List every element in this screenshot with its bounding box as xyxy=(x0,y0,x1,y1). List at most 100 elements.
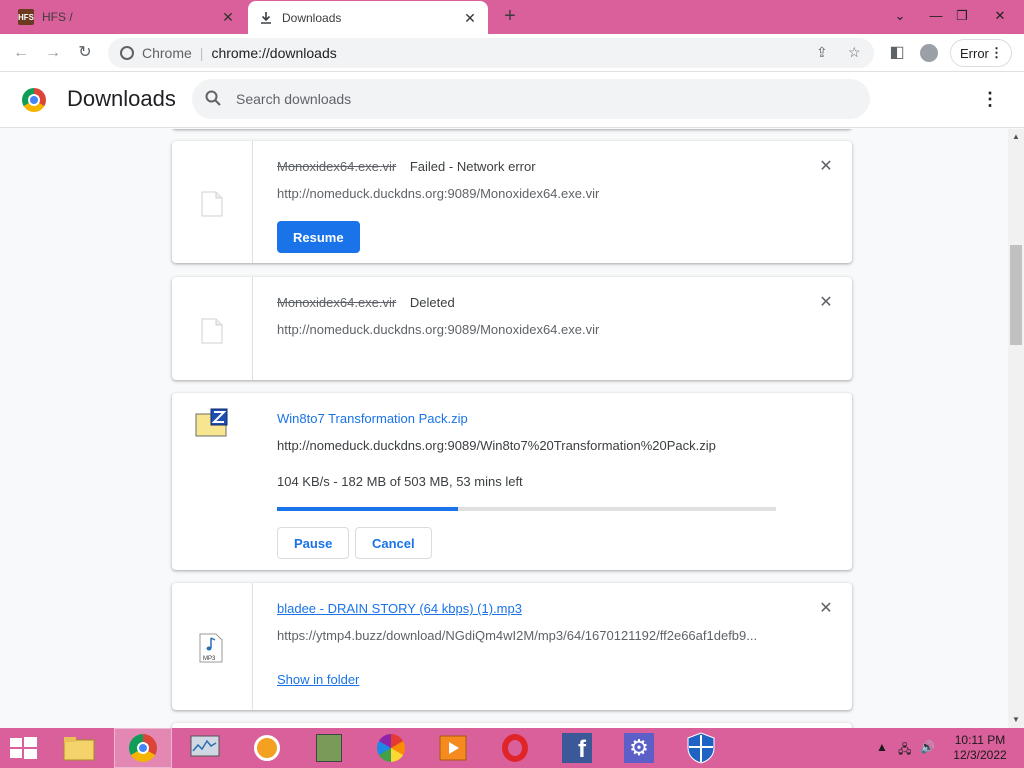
close-tab-icon[interactable]: ✕ xyxy=(220,9,236,26)
taskbar-app-plant[interactable] xyxy=(300,728,358,768)
show-hidden-icons[interactable]: ▲ xyxy=(876,740,888,754)
separator: | xyxy=(199,45,204,61)
profile-error-button[interactable]: Error ⋮ xyxy=(950,39,1012,67)
monitor-chart-icon xyxy=(190,735,220,757)
reload-button[interactable]: ↻ xyxy=(72,40,98,66)
browser-toolbar: ← → ↻ Chrome | chrome://downloads ⇪ ☆ ◧ … xyxy=(0,34,1024,72)
taskbar-app-video[interactable] xyxy=(424,728,482,768)
volume-icon[interactable]: 🔊 xyxy=(920,740,935,754)
file-name: Monoxidex64.exe.vir xyxy=(277,159,397,174)
taskbar-settings[interactable]: ⚙ xyxy=(610,728,668,768)
download-card: Monoxidex64.exe.vir Failed - Network err… xyxy=(172,141,852,263)
plant-icon xyxy=(316,734,342,762)
network-icon[interactable]: 🖧 xyxy=(898,740,911,761)
search-bar[interactable] xyxy=(192,79,870,119)
file-icon-column: MP3 xyxy=(172,583,253,710)
chrome-icon xyxy=(120,46,134,60)
restore-button[interactable]: ❐ xyxy=(946,0,978,32)
close-tab-icon[interactable]: ✕ xyxy=(462,10,478,27)
site-label: Chrome xyxy=(142,45,192,61)
cancel-button[interactable]: Cancel xyxy=(355,527,432,559)
bookmark-star-icon[interactable]: ☆ xyxy=(848,44,861,61)
tab-title: Downloads xyxy=(282,11,342,25)
mp3-file-icon: MP3 xyxy=(199,633,223,663)
download-card: MP3 bladee - DRAIN STORY (64 kbps) (1).m… xyxy=(172,583,852,710)
taskbar-facebook[interactable]: f xyxy=(548,728,606,768)
file-icon-column xyxy=(172,141,253,263)
file-name-link[interactable]: Win8to7 Transformation Pack.zip xyxy=(277,411,468,426)
file-name: Monoxidex64.exe.vir xyxy=(277,295,397,310)
show-in-folder-link[interactable]: Show in folder xyxy=(277,672,359,687)
forward-button[interactable]: → xyxy=(40,40,66,66)
shield-lock-icon xyxy=(254,735,280,761)
facebook-icon: f xyxy=(562,733,592,763)
resume-button[interactable]: Resume xyxy=(277,221,360,253)
opera-icon xyxy=(502,734,528,762)
taskbar-defender[interactable] xyxy=(672,728,730,768)
file-url: http://nomeduck.duckdns.org:9089/Monoxid… xyxy=(277,186,600,201)
file-url: https://ytmp4.buzz/download/NGdiQm4wI2M/… xyxy=(277,628,758,643)
scroll-up-arrow-icon[interactable]: ▲ xyxy=(1008,129,1024,145)
file-url: http://nomeduck.duckdns.org:9089/Monoxid… xyxy=(277,322,600,337)
chrome-logo-icon xyxy=(22,88,46,112)
url-text: chrome://downloads xyxy=(211,45,337,61)
remove-from-list-icon[interactable]: ✕ xyxy=(818,159,834,175)
system-clock[interactable]: 10:11 PM 12/3/2022 xyxy=(940,733,1020,763)
clock-date: 12/3/2022 xyxy=(953,748,1007,762)
scrollbar-thumb[interactable] xyxy=(1010,245,1022,345)
page-title: Downloads xyxy=(67,86,176,111)
shield-icon xyxy=(687,732,715,764)
profile-avatar-icon[interactable] xyxy=(916,40,942,66)
download-card-in-progress: Win8to7 Transformation Pack.zip http://n… xyxy=(172,393,852,570)
download-status: Failed - Network error xyxy=(409,159,536,174)
zip-archive-icon xyxy=(195,408,228,437)
remove-from-list-icon[interactable]: ✕ xyxy=(818,295,834,311)
taskbar-file-explorer[interactable] xyxy=(50,728,108,768)
gear-icon: ⚙ xyxy=(624,733,654,763)
windows-taskbar: f ⚙ ▲ 🖧 🔊 10:11 PM 12/3/2022 xyxy=(0,728,1024,768)
pause-button[interactable]: Pause xyxy=(277,527,350,559)
new-tab-button[interactable]: + xyxy=(498,5,522,29)
windows-start-icon[interactable] xyxy=(8,736,38,760)
profile-error-label: Error xyxy=(960,45,989,61)
chrome-icon xyxy=(129,734,157,762)
clock-time: 10:11 PM xyxy=(954,733,1006,747)
search-icon xyxy=(205,90,221,106)
tab-hfs[interactable]: HFS HFS / ✕ xyxy=(8,0,246,34)
download-icon xyxy=(258,10,274,26)
remove-from-list-icon[interactable]: ✕ xyxy=(818,601,834,617)
generic-file-icon xyxy=(201,318,223,344)
taskbar-app-security[interactable] xyxy=(238,728,296,768)
hfs-icon: HFS xyxy=(18,9,34,25)
svg-text:MP3: MP3 xyxy=(203,656,216,662)
scroll-down-arrow-icon[interactable]: ▼ xyxy=(1008,712,1024,728)
generic-file-icon xyxy=(201,191,223,217)
tab-strip: HFS HFS / ✕ Downloads ✕ + ⌄ — ❐ ✕ xyxy=(0,0,1024,35)
taskbar-app-photos[interactable] xyxy=(362,728,420,768)
close-window-button[interactable]: ✕ xyxy=(984,0,1016,32)
file-url: http://nomeduck.duckdns.org:9089/Win8to7… xyxy=(277,438,716,453)
back-button[interactable]: ← xyxy=(8,40,34,66)
share-icon[interactable]: ⇪ xyxy=(816,44,828,61)
video-player-icon xyxy=(439,735,467,761)
progress-bar-fill xyxy=(277,507,458,511)
taskbar-opera[interactable] xyxy=(486,728,544,768)
tab-title: HFS / xyxy=(42,10,73,24)
page-scrollbar[interactable]: ▲ ▼ xyxy=(1008,129,1024,728)
download-status: Deleted xyxy=(409,295,455,310)
progress-bar xyxy=(277,507,776,511)
file-name-link[interactable]: bladee - DRAIN STORY (64 kbps) (1).mp3 xyxy=(277,601,522,616)
taskbar-chrome[interactable] xyxy=(114,728,172,768)
tab-downloads[interactable]: Downloads ✕ xyxy=(248,1,488,35)
pinwheel-icon xyxy=(377,734,405,762)
file-icon-column xyxy=(172,277,253,380)
more-menu-icon: ⋮ xyxy=(990,45,1003,60)
taskbar-task-manager[interactable] xyxy=(176,728,234,768)
more-actions-icon[interactable]: ⋮ xyxy=(980,88,1000,112)
downloads-header: Downloads ⋮ xyxy=(0,72,1024,128)
side-panel-icon[interactable]: ◧ xyxy=(884,40,910,66)
address-bar[interactable]: Chrome | chrome://downloads ⇪ ☆ xyxy=(108,38,874,68)
progress-text: 104 KB/s - 182 MB of 503 MB, 53 mins lef… xyxy=(277,474,523,489)
search-input[interactable] xyxy=(236,79,836,119)
tab-search-icon[interactable]: ⌄ xyxy=(884,0,916,32)
